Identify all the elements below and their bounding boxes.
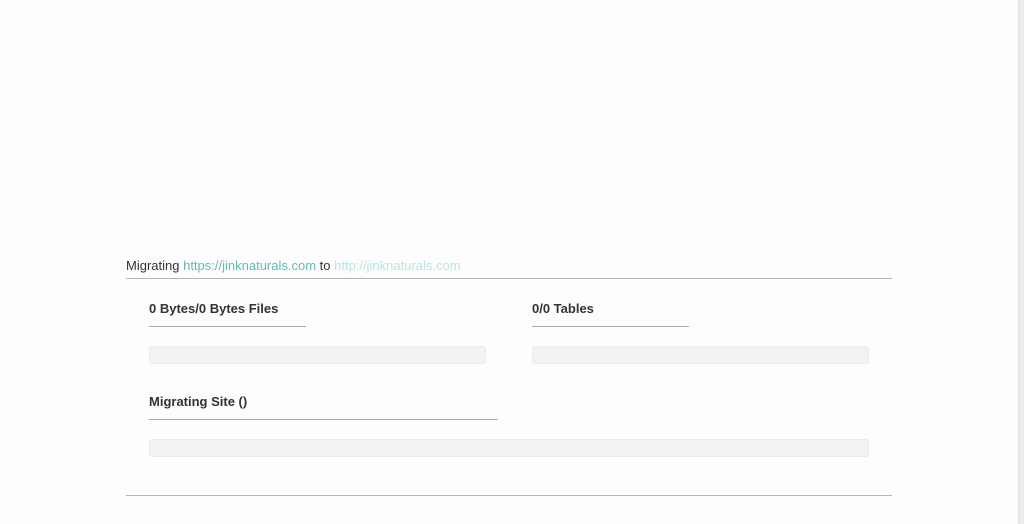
files-progress-block: 0 Bytes/0 Bytes Files (149, 300, 486, 364)
tables-progress-block: 0/0 Tables (532, 300, 869, 364)
migration-page: Migrating https://jinknaturals.com to ht… (0, 0, 1024, 524)
tables-progress-label: 0/0 Tables (532, 300, 689, 327)
bottom-divider (126, 495, 892, 496)
migration-panel: Migrating https://jinknaturals.com to ht… (126, 256, 892, 279)
migration-prefix: Migrating (126, 258, 180, 273)
files-progress-bar (149, 346, 486, 364)
window-edge (1018, 0, 1024, 524)
source-url-link[interactable]: https://jinknaturals.com (183, 258, 316, 273)
tables-progress-bar (532, 346, 869, 364)
migration-heading: Migrating https://jinknaturals.com to ht… (126, 256, 892, 279)
site-progress-label: Migrating Site () (149, 393, 498, 420)
site-progress-block: Migrating Site () (149, 393, 869, 457)
migration-connector: to (319, 258, 331, 273)
destination-url-link[interactable]: http://jinknaturals.com (334, 258, 460, 273)
files-progress-label: 0 Bytes/0 Bytes Files (149, 300, 306, 327)
site-progress-bar (149, 439, 869, 457)
